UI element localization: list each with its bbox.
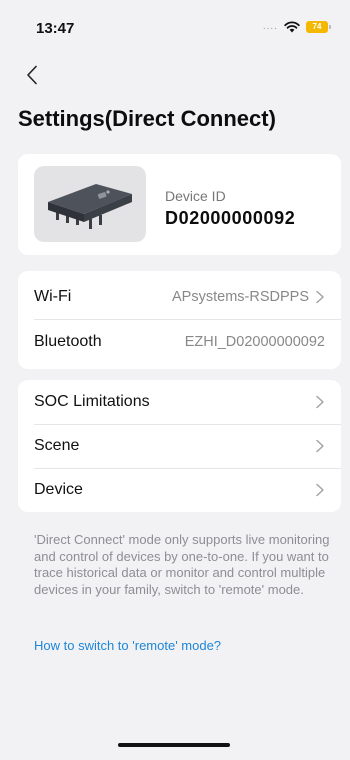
status-bar: 13:47 .... 74 — [0, 0, 350, 50]
chevron-right-icon — [316, 439, 324, 453]
status-icons: .... 74 — [262, 20, 331, 34]
device-id-value: D02000000092 — [165, 208, 296, 228]
wifi-row[interactable]: Wi-Fi APsystems-RSDPPS — [18, 275, 341, 319]
wifi-label: Wi-Fi — [34, 288, 72, 305]
battery-icon: 74 — [306, 21, 331, 33]
chevron-left-icon — [27, 65, 37, 85]
chevron-right-icon — [316, 395, 324, 409]
device-row[interactable]: Device — [18, 468, 341, 512]
device-image — [34, 166, 146, 242]
settings-card: SOC Limitations Scene Device — [18, 380, 341, 512]
microinverter-icon — [48, 184, 132, 229]
page-title: Settings(Direct Connect) — [18, 106, 276, 131]
soc-limitations-label: SOC Limitations — [34, 393, 150, 410]
bluetooth-row[interactable]: Bluetooth EZHI_D02000000092 — [18, 320, 341, 364]
device-label: Device — [34, 481, 83, 498]
soc-limitations-row[interactable]: SOC Limitations — [18, 380, 341, 424]
back-button[interactable] — [20, 62, 44, 88]
switch-remote-mode-link[interactable]: How to switch to 'remote' mode? — [34, 638, 221, 653]
scene-label: Scene — [34, 437, 80, 454]
scene-row[interactable]: Scene — [18, 424, 341, 468]
wifi-value: APsystems-RSDPPS — [172, 289, 309, 305]
device-id-label: Device ID — [165, 188, 226, 204]
bluetooth-label: Bluetooth — [34, 333, 102, 350]
chevron-right-icon — [316, 290, 324, 304]
chevron-right-icon — [316, 483, 324, 497]
direct-connect-info: 'Direct Connect' mode only supports live… — [34, 532, 330, 597]
status-time: 13:47 — [36, 20, 75, 37]
device-card: Device ID D02000000092 — [18, 154, 341, 255]
cellular-signal-icon: .... — [262, 21, 278, 32]
bluetooth-value: EZHI_D02000000092 — [184, 334, 325, 350]
wifi-icon — [284, 21, 300, 33]
home-indicator — [118, 743, 230, 747]
connection-card: Wi-Fi APsystems-RSDPPS Bluetooth EZHI_D0… — [18, 271, 341, 369]
